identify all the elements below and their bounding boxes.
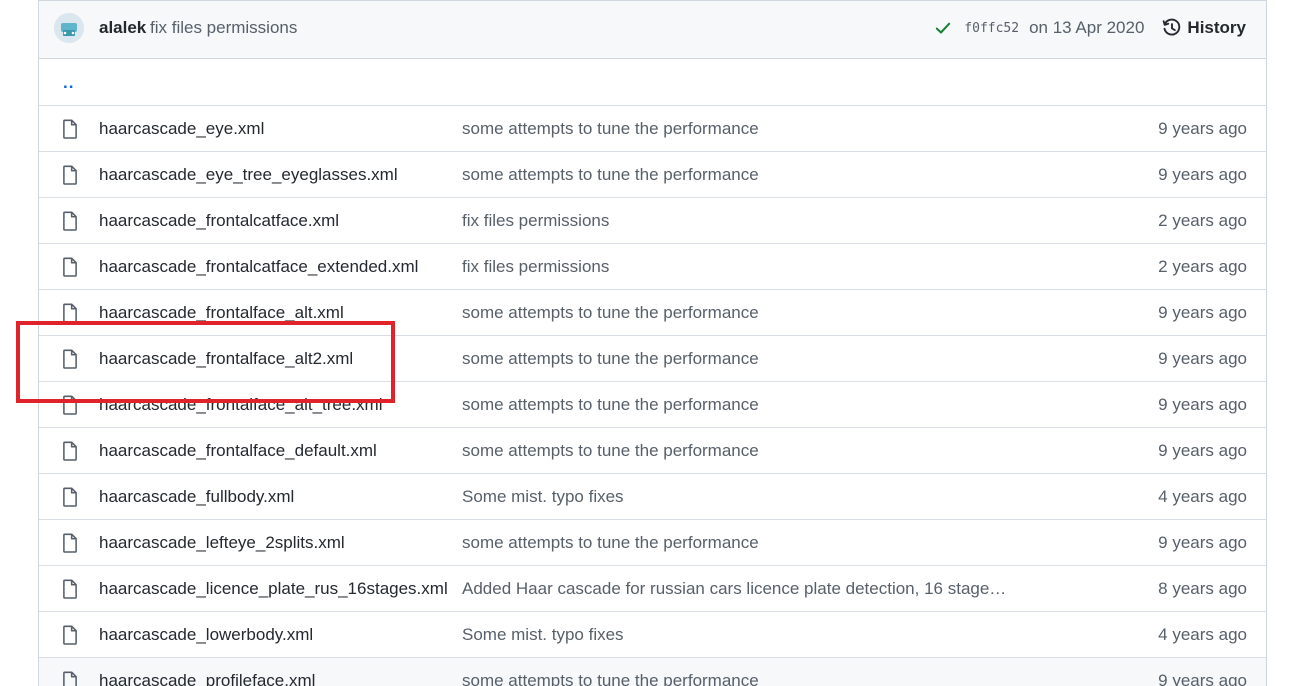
file-row[interactable]: haarcascade_eye.xml some attempts to tune…: [39, 106, 1266, 152]
file-icon: [61, 395, 79, 415]
file-commit-age: 4 years ago: [1158, 625, 1247, 644]
file-commit-age: 9 years ago: [1158, 441, 1247, 460]
file-commit-message-link[interactable]: fix files permissions: [462, 257, 609, 277]
file-rows: .. haarcascade_eye.xmlsome attempts to t…: [39, 59, 1266, 686]
file-commit-age: 9 years ago: [1158, 349, 1247, 368]
file-commit-message-link[interactable]: Added Haar cascade for russian cars lice…: [462, 579, 1006, 599]
file-commit-age: 8 years ago: [1158, 579, 1247, 598]
file-icon: [61, 625, 79, 645]
file-row[interactable]: haarcascade_lowerbody.xml Some mist. typo…: [39, 612, 1266, 658]
file-icon: [61, 349, 79, 369]
file-name-link[interactable]: haarcascade_licence_plate_rus_16stages.x…: [99, 579, 448, 599]
file-icon: [61, 533, 79, 553]
history-icon: [1162, 18, 1182, 38]
file-icon: [61, 211, 79, 231]
file-browser-page: alalek fix files permissions f0ffc52 on …: [0, 0, 1292, 686]
file-commit-message-link[interactable]: some attempts to tune the performance: [462, 119, 759, 139]
file-commit-message-link[interactable]: Some mist. typo fixes: [462, 487, 624, 507]
file-icon: [61, 487, 79, 507]
file-commit-age: 4 years ago: [1158, 487, 1247, 506]
file-icon: [61, 303, 79, 323]
commit-message-link[interactable]: fix files permissions: [150, 18, 297, 38]
file-commit-age: 2 years ago: [1158, 257, 1247, 276]
file-row[interactable]: haarcascade_frontalcatface.xml fix files …: [39, 198, 1266, 244]
file-icon: [61, 119, 79, 139]
file-name-link[interactable]: haarcascade_frontalface_alt.xml: [99, 303, 344, 323]
file-commit-message-link[interactable]: fix files permissions: [462, 211, 609, 231]
file-row[interactable]: haarcascade_profileface.xml some attempts…: [39, 658, 1266, 686]
commit-sha-link[interactable]: f0ffc52: [964, 21, 1019, 36]
file-commit-message-link[interactable]: some attempts to tune the performance: [462, 395, 759, 415]
file-commit-age: 9 years ago: [1158, 671, 1247, 686]
file-commit-message-link[interactable]: some attempts to tune the performance: [462, 303, 759, 323]
file-row[interactable]: haarcascade_frontalface_alt2.xml some att…: [39, 336, 1266, 382]
file-name-link[interactable]: haarcascade_frontalface_alt2.xml: [99, 349, 353, 369]
parent-directory-link[interactable]: ..: [63, 73, 74, 93]
file-row[interactable]: haarcascade_frontalface_alt_tree.xml some…: [39, 382, 1266, 428]
commit-date: on 13 Apr 2020: [1029, 18, 1145, 37]
file-commit-age: 2 years ago: [1158, 211, 1247, 230]
file-row[interactable]: haarcascade_frontalface_default.xml some …: [39, 428, 1266, 474]
file-icon: [61, 257, 79, 277]
file-commit-message-link[interactable]: some attempts to tune the performance: [462, 165, 759, 185]
avatar[interactable]: [54, 13, 84, 43]
file-icon: [61, 671, 79, 686]
file-icon: [61, 165, 79, 185]
commit-author-link[interactable]: alalek: [99, 18, 146, 38]
file-commit-age: 9 years ago: [1158, 165, 1247, 184]
file-name-link[interactable]: haarcascade_frontalcatface_extended.xml: [99, 257, 418, 277]
latest-commit-bar: alalek fix files permissions f0ffc52 on …: [39, 0, 1266, 59]
file-name-link[interactable]: haarcascade_frontalface_alt_tree.xml: [99, 395, 383, 415]
file-row[interactable]: haarcascade_eye_tree_eyeglasses.xml some …: [39, 152, 1266, 198]
file-icon: [61, 441, 79, 461]
file-commit-age: 9 years ago: [1158, 533, 1247, 552]
file-row[interactable]: haarcascade_lefteye_2splits.xml some atte…: [39, 520, 1266, 566]
file-name-link[interactable]: haarcascade_eye_tree_eyeglasses.xml: [99, 165, 398, 185]
check-icon[interactable]: [934, 19, 952, 37]
file-commit-age: 9 years ago: [1158, 303, 1247, 322]
file-name-link[interactable]: haarcascade_lowerbody.xml: [99, 625, 313, 645]
history-button[interactable]: History: [1162, 18, 1246, 38]
file-name-link[interactable]: haarcascade_fullbody.xml: [99, 487, 294, 507]
file-commit-message-link[interactable]: some attempts to tune the performance: [462, 533, 759, 553]
file-commit-age: 9 years ago: [1158, 395, 1247, 414]
history-label: History: [1187, 18, 1246, 37]
file-commit-age: 9 years ago: [1158, 119, 1247, 138]
file-name-link[interactable]: haarcascade_eye.xml: [99, 119, 264, 139]
file-commit-message-link[interactable]: some attempts to tune the performance: [462, 349, 759, 369]
file-name-link[interactable]: haarcascade_frontalcatface.xml: [99, 211, 339, 231]
commit-meta: f0ffc52 on 13 Apr 2020 History: [934, 15, 1246, 41]
file-row[interactable]: haarcascade_frontalface_alt.xml some atte…: [39, 290, 1266, 336]
parent-directory-row[interactable]: ..: [39, 59, 1266, 106]
file-commit-message-link[interactable]: some attempts to tune the performance: [462, 441, 759, 461]
file-name-link[interactable]: haarcascade_profileface.xml: [99, 671, 315, 686]
file-row[interactable]: haarcascade_fullbody.xml Some mist. typo …: [39, 474, 1266, 520]
file-commit-message-link[interactable]: Some mist. typo fixes: [462, 625, 624, 645]
file-icon: [61, 579, 79, 599]
file-row[interactable]: haarcascade_licence_plate_rus_16stages.x…: [39, 566, 1266, 612]
file-name-link[interactable]: haarcascade_frontalface_default.xml: [99, 441, 377, 461]
file-commit-message-link[interactable]: some attempts to tune the performance: [462, 671, 759, 686]
file-row[interactable]: haarcascade_frontalcatface_extended.xml f…: [39, 244, 1266, 290]
file-name-link[interactable]: haarcascade_lefteye_2splits.xml: [99, 533, 345, 553]
repo-file-list: alalek fix files permissions f0ffc52 on …: [16, 0, 1267, 686]
